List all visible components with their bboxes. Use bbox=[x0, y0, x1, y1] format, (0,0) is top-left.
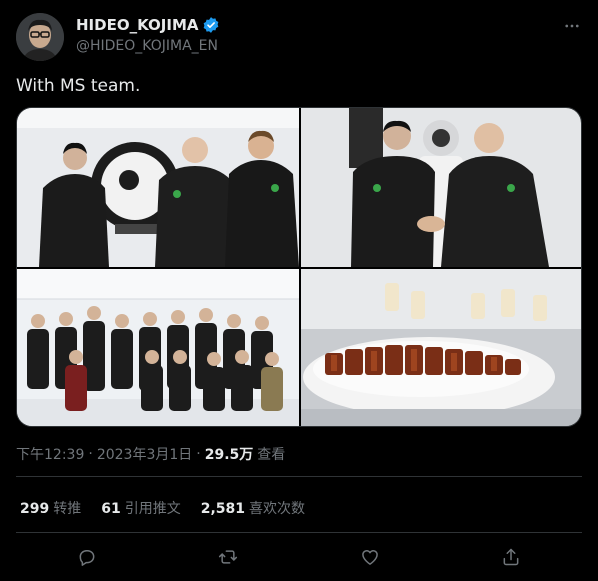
likes-count: 2,581 bbox=[200, 501, 246, 517]
divider bbox=[16, 476, 582, 477]
likes-label: 喜欢次数 bbox=[249, 501, 306, 517]
quotes-stat[interactable]: 61 引用推文 bbox=[101, 498, 180, 518]
meta-separator: · bbox=[196, 446, 201, 462]
author-handle[interactable]: @HIDEO_KOJIMA_EN bbox=[76, 38, 218, 54]
verified-badge-icon[interactable] bbox=[202, 16, 220, 34]
media-grid bbox=[16, 107, 582, 427]
views-label: 查看 bbox=[257, 447, 286, 463]
views-count[interactable]: 29.5万 bbox=[205, 444, 254, 464]
quotes-label: 引用推文 bbox=[124, 501, 181, 517]
retweets-count: 299 bbox=[20, 501, 50, 517]
photo-handshake[interactable] bbox=[301, 108, 581, 267]
meta-separator: · bbox=[88, 446, 93, 462]
photo-buffet-food[interactable] bbox=[301, 269, 581, 426]
author-name-row: HIDEO_KOJIMA bbox=[76, 16, 220, 34]
retweet-icon[interactable] bbox=[211, 540, 245, 574]
tweet-actions bbox=[16, 540, 582, 574]
tweet-stats: 299 转推 61 引用推文 2,581 喜欢次数 bbox=[20, 498, 305, 518]
share-icon[interactable] bbox=[494, 540, 528, 574]
quotes-count: 61 bbox=[101, 501, 121, 517]
more-icon[interactable] bbox=[560, 14, 584, 38]
tweet-text: With MS team. bbox=[16, 76, 141, 96]
likes-stat[interactable]: 2,581 喜欢次数 bbox=[201, 498, 305, 518]
divider bbox=[16, 532, 582, 533]
author-display-name[interactable]: HIDEO_KOJIMA bbox=[76, 16, 198, 34]
tweet-date[interactable]: 2023年3月1日 bbox=[97, 444, 192, 464]
reply-icon[interactable] bbox=[70, 540, 104, 574]
like-icon[interactable] bbox=[353, 540, 387, 574]
tweet: HIDEO_KOJIMA @HIDEO_KOJIMA_EN With MS te… bbox=[0, 0, 598, 581]
retweets-stat[interactable]: 299 转推 bbox=[20, 498, 81, 518]
avatar[interactable] bbox=[16, 13, 64, 61]
tweet-meta: 下午12:39 · 2023年3月1日 · 29.5万 查看 bbox=[16, 444, 285, 464]
retweets-label: 转推 bbox=[53, 501, 82, 517]
photo-kojima-productions-sign[interactable] bbox=[17, 108, 299, 267]
photo-group[interactable] bbox=[17, 269, 299, 426]
tweet-time[interactable]: 下午12:39 bbox=[16, 444, 84, 464]
